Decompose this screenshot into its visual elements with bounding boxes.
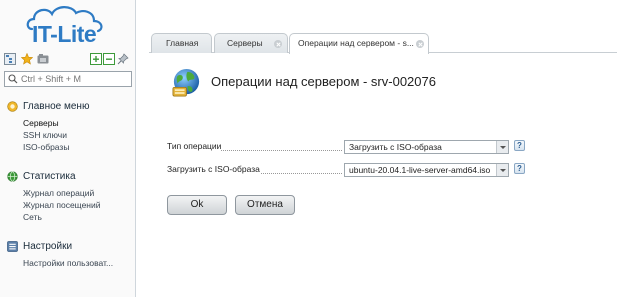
sidebar-item-visits-log[interactable]: Журнал посещений <box>23 199 101 211</box>
iso-image-select[interactable]: ubuntu-20.04.1-live-server-amd64.iso <box>344 163 509 177</box>
help-icon[interactable]: ? <box>514 140 525 151</box>
field-label: Загрузить с ISO-образа <box>167 164 260 174</box>
menu-section-header[interactable]: Главное меню <box>7 100 89 113</box>
search-input[interactable] <box>21 73 129 85</box>
settings-icon <box>7 241 18 252</box>
field-label: Тип операции <box>167 141 222 151</box>
leader-dots <box>221 150 342 151</box>
sidebar-item-ssh-keys[interactable]: SSH ключи <box>23 129 89 141</box>
star-icon[interactable] <box>21 53 33 65</box>
server-globe-icon <box>172 68 200 97</box>
menu-section-label: Статистика <box>23 171 76 182</box>
pin-icon[interactable] <box>117 53 129 65</box>
tab-home[interactable]: Главная <box>151 33 212 53</box>
sidebar: IT-Lite Ctrl + Shift + M Главное меню Се… <box>0 0 136 297</box>
page-title: Операции над сервером - srv-002076 <box>211 74 436 89</box>
main-menu-icon <box>7 101 18 112</box>
expand-all-icon[interactable] <box>90 53 102 65</box>
tab-bar: Главная Серверы Операции над сервером - … <box>149 30 617 54</box>
menu-section-statistics: Статистика Журнал операций Журнал посеще… <box>7 170 101 223</box>
collapse-all-icon[interactable] <box>103 53 115 65</box>
chevron-down-icon[interactable] <box>496 164 508 176</box>
search-box[interactable] <box>4 71 132 87</box>
menu-section-label: Главное меню <box>23 101 90 112</box>
content-panel: Операции над сервером - srv-002076 Тип о… <box>149 54 617 297</box>
cancel-button[interactable]: Отмена <box>235 195 295 215</box>
logo-text: IT-Lite <box>32 21 97 47</box>
menu-section-label: Настройки <box>23 241 73 252</box>
main-area: Главная Серверы Операции над сервером - … <box>149 30 617 297</box>
leader-dots <box>261 173 342 174</box>
search-icon <box>8 74 18 84</box>
sidebar-item-servers[interactable]: Серверы <box>23 117 89 129</box>
sidebar-toolbar <box>4 52 132 66</box>
form-row-operation-type: Тип операции Загрузить с ISO-образа ? <box>167 140 527 154</box>
menu-section-header[interactable]: Настройки <box>7 240 113 253</box>
menu-section-header[interactable]: Статистика <box>7 170 101 183</box>
chevron-down-icon[interactable] <box>496 141 508 153</box>
tab-label: Главная <box>166 38 199 48</box>
tab-server-operations[interactable]: Операции над сервером - s... <box>289 33 429 54</box>
statistics-globe-icon <box>7 171 18 182</box>
operation-type-select[interactable]: Загрузить с ISO-образа <box>344 140 509 154</box>
sidebar-item-user-settings[interactable]: Настройки пользоват... <box>23 257 113 269</box>
sidebar-item-iso-images[interactable]: ISO-образы <box>23 141 89 153</box>
tab-label: Операции над сервером - s... <box>298 38 414 48</box>
form-row-iso-image: Загрузить с ISO-образа ubuntu-20.04.1-li… <box>167 163 527 177</box>
logo: IT-Lite <box>24 3 124 47</box>
close-icon[interactable] <box>416 40 424 48</box>
tab-servers[interactable]: Серверы <box>214 33 288 53</box>
folder-icon[interactable] <box>37 53 49 65</box>
tab-label: Серверы <box>227 38 263 48</box>
ok-button[interactable]: Ok <box>167 195 227 215</box>
sidebar-item-network[interactable]: Сеть <box>23 211 101 223</box>
tree-icon[interactable] <box>4 53 16 65</box>
close-icon[interactable] <box>274 40 282 48</box>
sidebar-item-operations-log[interactable]: Журнал операций <box>23 187 101 199</box>
help-icon[interactable]: ? <box>514 163 525 174</box>
menu-section-settings: Настройки Настройки пользоват... <box>7 240 113 269</box>
select-value: ubuntu-20.04.1-live-server-amd64.iso <box>349 165 491 175</box>
select-value: Загрузить с ISO-образа <box>349 142 442 152</box>
menu-section-main: Главное меню Серверы SSH ключи ISO-образ… <box>7 100 89 153</box>
